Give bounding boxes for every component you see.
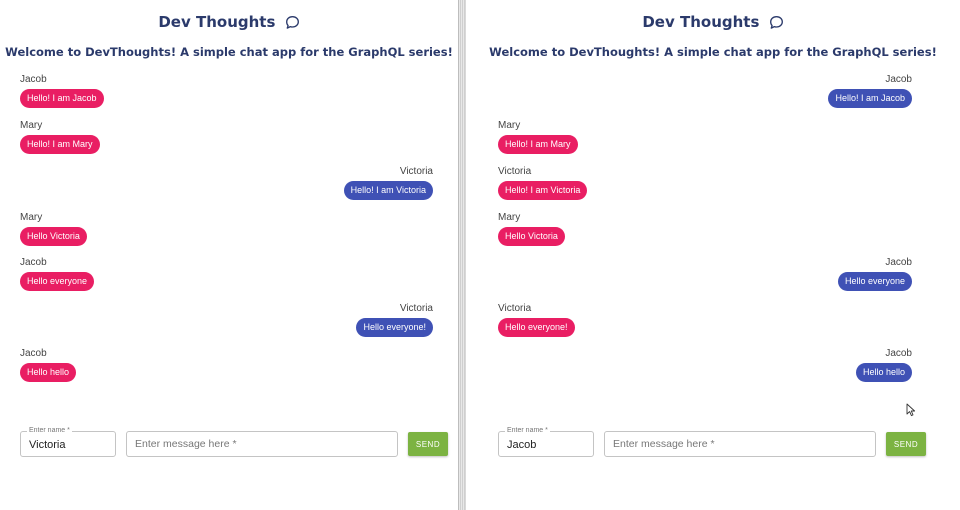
message-item: Victoria Hello everyone! bbox=[498, 303, 575, 337]
app-title-container: Dev Thoughts bbox=[466, 13, 960, 34]
message-bubble: Hello hello bbox=[855, 363, 912, 382]
message-sender: Jacob bbox=[20, 257, 47, 268]
name-field[interactable]: Enter name * Jacob bbox=[498, 426, 594, 457]
message-item: Jacob Hello! I am Jacob bbox=[828, 74, 912, 108]
welcome-message: Welcome to DevThoughts! A simple chat ap… bbox=[5, 45, 453, 59]
chat-bubble-icon bbox=[769, 15, 784, 34]
chat-window-left: Dev Thoughts Welcome to DevThoughts! A s… bbox=[0, 0, 458, 510]
message-item: Mary Hello Victoria bbox=[498, 212, 565, 246]
message-sender: Victoria bbox=[399, 166, 433, 177]
message-item: Jacob Hello everyone bbox=[837, 257, 912, 291]
message-bubble: Hello! I am Jacob bbox=[828, 89, 912, 108]
message-bubble: Hello everyone bbox=[20, 272, 95, 291]
message-sender: Jacob bbox=[885, 257, 912, 268]
name-field[interactable]: Enter name * Victoria bbox=[20, 426, 116, 457]
message-item: Victoria Hello everyone! bbox=[356, 303, 433, 337]
mouse-cursor-icon bbox=[906, 403, 916, 422]
message-item: Jacob Hello everyone bbox=[20, 257, 95, 291]
message-item: Mary Hello! I am Mary bbox=[498, 120, 578, 154]
message-sender: Jacob bbox=[20, 348, 47, 359]
message-sender: Mary bbox=[498, 212, 521, 223]
name-field-value[interactable]: Victoria bbox=[29, 438, 65, 452]
name-field-value[interactable]: Jacob bbox=[507, 438, 536, 452]
message-sender: Jacob bbox=[885, 348, 912, 359]
message-bubble: Hello! I am Jacob bbox=[20, 89, 104, 108]
message-input[interactable] bbox=[127, 432, 397, 456]
message-sender: Victoria bbox=[399, 303, 433, 314]
message-bubble: Hello! I am Victoria bbox=[498, 181, 588, 200]
window-divider bbox=[458, 0, 466, 510]
message-item: Victoria Hello! I am Victoria bbox=[498, 166, 588, 200]
message-bubble: Hello everyone! bbox=[498, 318, 575, 337]
message-item: Jacob Hello! I am Jacob bbox=[20, 74, 104, 108]
message-sender: Jacob bbox=[20, 74, 47, 85]
message-field[interactable] bbox=[604, 431, 876, 457]
message-bubble: Hello everyone! bbox=[356, 318, 433, 337]
send-button[interactable]: SEND bbox=[408, 432, 448, 456]
message-bubble: Hello hello bbox=[20, 363, 77, 382]
message-bubble: Hello! I am Mary bbox=[20, 135, 100, 154]
app-title: Dev Thoughts bbox=[158, 13, 276, 31]
name-field-label: Enter name * bbox=[505, 426, 550, 436]
message-bubble: Hello Victoria bbox=[498, 227, 565, 246]
welcome-message: Welcome to DevThoughts! A simple chat ap… bbox=[489, 45, 937, 59]
message-sender: Mary bbox=[20, 212, 43, 223]
chat-window-right: Dev Thoughts Welcome to DevThoughts! A s… bbox=[466, 0, 960, 510]
message-sender: Victoria bbox=[498, 303, 532, 314]
message-input[interactable] bbox=[605, 432, 875, 456]
app-title-container: Dev Thoughts bbox=[0, 13, 458, 34]
message-bubble: Hello everyone bbox=[837, 272, 912, 291]
message-item: Jacob Hello hello bbox=[20, 348, 77, 382]
name-field-label: Enter name * bbox=[27, 426, 72, 436]
message-field[interactable] bbox=[126, 431, 398, 457]
message-item: Mary Hello! I am Mary bbox=[20, 120, 100, 154]
chat-bubble-icon bbox=[285, 15, 300, 34]
message-item: Victoria Hello! I am Victoria bbox=[343, 166, 433, 200]
message-sender: Mary bbox=[20, 120, 43, 131]
message-bubble: Hello! I am Victoria bbox=[343, 181, 433, 200]
message-sender: Mary bbox=[498, 120, 521, 131]
message-item: Mary Hello Victoria bbox=[20, 212, 87, 246]
send-button[interactable]: SEND bbox=[886, 432, 926, 456]
message-bubble: Hello Victoria bbox=[20, 227, 87, 246]
message-sender: Jacob bbox=[885, 74, 912, 85]
app-title: Dev Thoughts bbox=[642, 13, 760, 31]
message-item: Jacob Hello hello bbox=[855, 348, 912, 382]
message-bubble: Hello! I am Mary bbox=[498, 135, 578, 154]
message-sender: Victoria bbox=[498, 166, 532, 177]
